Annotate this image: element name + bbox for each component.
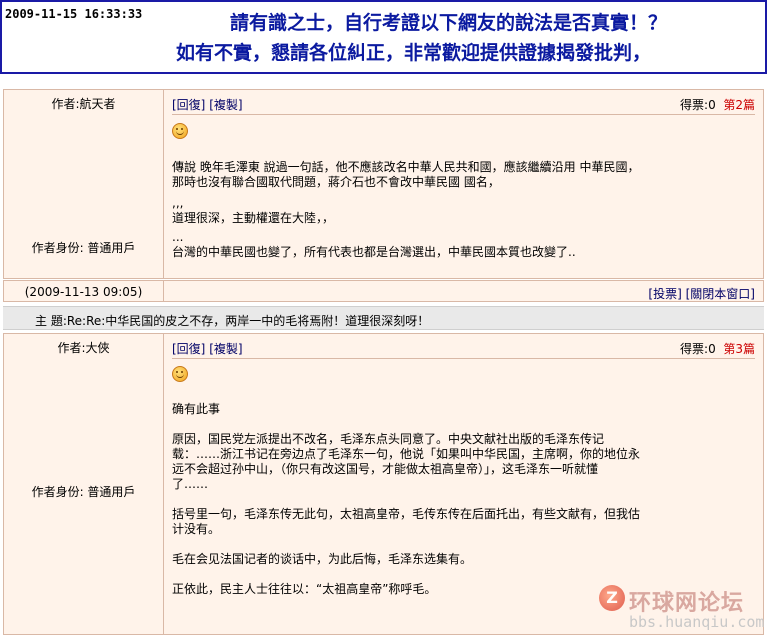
reply-link[interactable]: [回復] (172, 98, 205, 112)
subject-bar: 主 題:Re:Re:中华民国的皮之不存，两岸一中的毛将焉附！道理很深刻呀！ (3, 306, 764, 330)
notice-banner: 2009-11-15 16:33:33 請有識之士，自行考證以下網友的說法是否真… (0, 0, 767, 74)
vote-count: 得票:0 (680, 98, 716, 112)
vote-count: 得票:0 (680, 342, 716, 356)
paragraph: ... 台灣的中華民國也變了，所有代表也都是台灣選出，中華民國本質也改變了.. (172, 230, 576, 259)
floor-number: 第3篇 (723, 342, 755, 356)
floor-number: 第2篇 (723, 98, 755, 112)
author-role: 作者身份: 普通用戶 (31, 241, 136, 255)
smiley-icon (172, 366, 188, 382)
post-sidebar: 作者:航天者 作者身份: 普通用戶 (4, 90, 164, 278)
huanqiu-logo-icon: Z (599, 585, 625, 611)
forum-watermark: Z 环球网论坛 bbs.huanqiu.com (599, 583, 764, 633)
reply-link[interactable]: [回復] (172, 342, 205, 356)
post-2: 作者:航天者 作者身份: 普通用戶 [回復] [複製] 得票:0 第2篇 傳說 … (3, 89, 764, 279)
divider (163, 281, 164, 301)
author-name[interactable]: 作者:航天者 (4, 95, 163, 112)
watermark-url: bbs.huanqiu.com (629, 613, 765, 631)
post-body: 确有此事 原因，国民党左派提出不改名，毛泽东点头同意了。中央文献社出版的毛泽东传… (172, 402, 753, 597)
post-header: [回復] [複製] 得票:0 第2篇 (172, 96, 755, 115)
paragraph: 原因，国民党左派提出不改名，毛泽东点头同意了。中央文献社出版的毛泽东传记 载：…… (172, 432, 641, 491)
post-body: 傳說 晚年毛澤東 說過一句話，他不應該改名中華人民共和國，應該繼續沿用 中華民國… (172, 160, 753, 260)
banner-line-2: 如有不實，懇請各位糾正，非常歡迎提供證據揭發批判， (175, 42, 651, 64)
paragraph: 傳說 晚年毛澤東 說過一句話，他不應該改名中華人民共和國，應該繼續沿用 中華民國… (172, 160, 640, 189)
post-date: (2009-11-13 09:05) (24, 285, 143, 299)
smiley-icon (172, 123, 188, 139)
vote-link[interactable]: [投票] (648, 287, 681, 301)
post-header: [回復] [複製] 得票:0 第3篇 (172, 340, 755, 359)
paragraph: 毛在会见法国记者的谈话中，为此后悔，毛泽东选集有。 (172, 552, 473, 566)
post-footer: (2009-11-13 09:05) [投票] [關閉本窗口] (3, 280, 764, 302)
paragraph: 确有此事 (172, 402, 221, 416)
score: 得票:0 第2篇 (680, 96, 755, 113)
close-window-link[interactable]: [關閉本窗口] (686, 287, 755, 301)
subject-text: 主 題:Re:Re:中华民国的皮之不存，两岸一中的毛将焉附！道理很深刻呀！ (35, 314, 430, 328)
post-content: [回復] [複製] 得票:0 第2篇 傳說 晚年毛澤東 說過一句話，他不應該改名… (164, 90, 763, 278)
post-sidebar: 作者:大俠 作者身份: 普通用戶 (4, 334, 164, 634)
copy-link[interactable]: [複製] (209, 98, 242, 112)
author-role: 作者身份: 普通用戶 (31, 485, 136, 499)
copy-link[interactable]: [複製] (209, 342, 242, 356)
author-name[interactable]: 作者:大俠 (4, 339, 163, 356)
banner-line-1: 請有識之士，自行考證以下網友的說法是否真實！？ (229, 12, 667, 34)
footer-links: [投票] [關閉本窗口] (648, 285, 755, 302)
paragraph: 括号里一句，毛泽东传无此句，太祖高皇帝，毛传东传在后面托出，有些文献有，但我估 … (172, 507, 641, 536)
paragraph: ,,, 道理很深，主動權還在大陸，， (172, 196, 335, 225)
score: 得票:0 第3篇 (680, 340, 755, 357)
